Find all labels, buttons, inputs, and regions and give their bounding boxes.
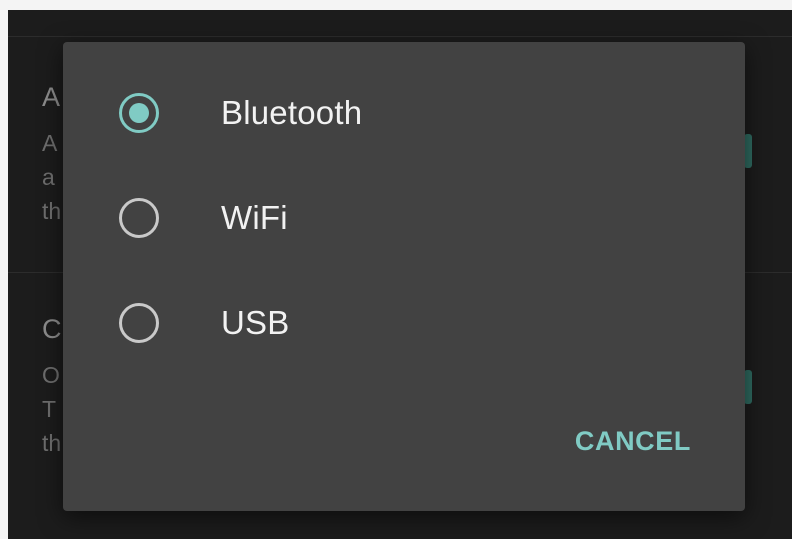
option-usb-label: USB [221,304,290,341]
radio-unchecked-icon[interactable] [119,198,159,238]
option-wifi[interactable]: WiFi [63,173,745,263]
radio-dot-icon [129,103,149,123]
background-section1-text: A [42,130,58,156]
background-toggle[interactable] [744,134,752,168]
background-section2-title: C [42,314,62,344]
radio-checked-icon[interactable] [119,93,159,133]
background-section1-text: a [42,164,55,190]
cancel-button[interactable]: CANCEL [569,420,697,463]
background-toggle[interactable] [744,370,752,404]
background-section1-title: A [42,82,61,112]
connection-type-dialog: Bluetooth WiFi USB CANCEL [63,42,745,511]
option-wifi-label: WiFi [221,199,288,236]
option-bluetooth-label: Bluetooth [221,94,363,131]
background-section2-text: O [42,362,60,388]
radio-unchecked-icon[interactable] [119,303,159,343]
background-divider [8,36,792,37]
option-bluetooth[interactable]: Bluetooth [63,68,745,158]
background-section2-text: th [42,430,62,456]
background-section1-text: th [42,198,62,224]
background-section2-text: T [42,396,57,422]
option-usb[interactable]: USB [63,278,745,368]
